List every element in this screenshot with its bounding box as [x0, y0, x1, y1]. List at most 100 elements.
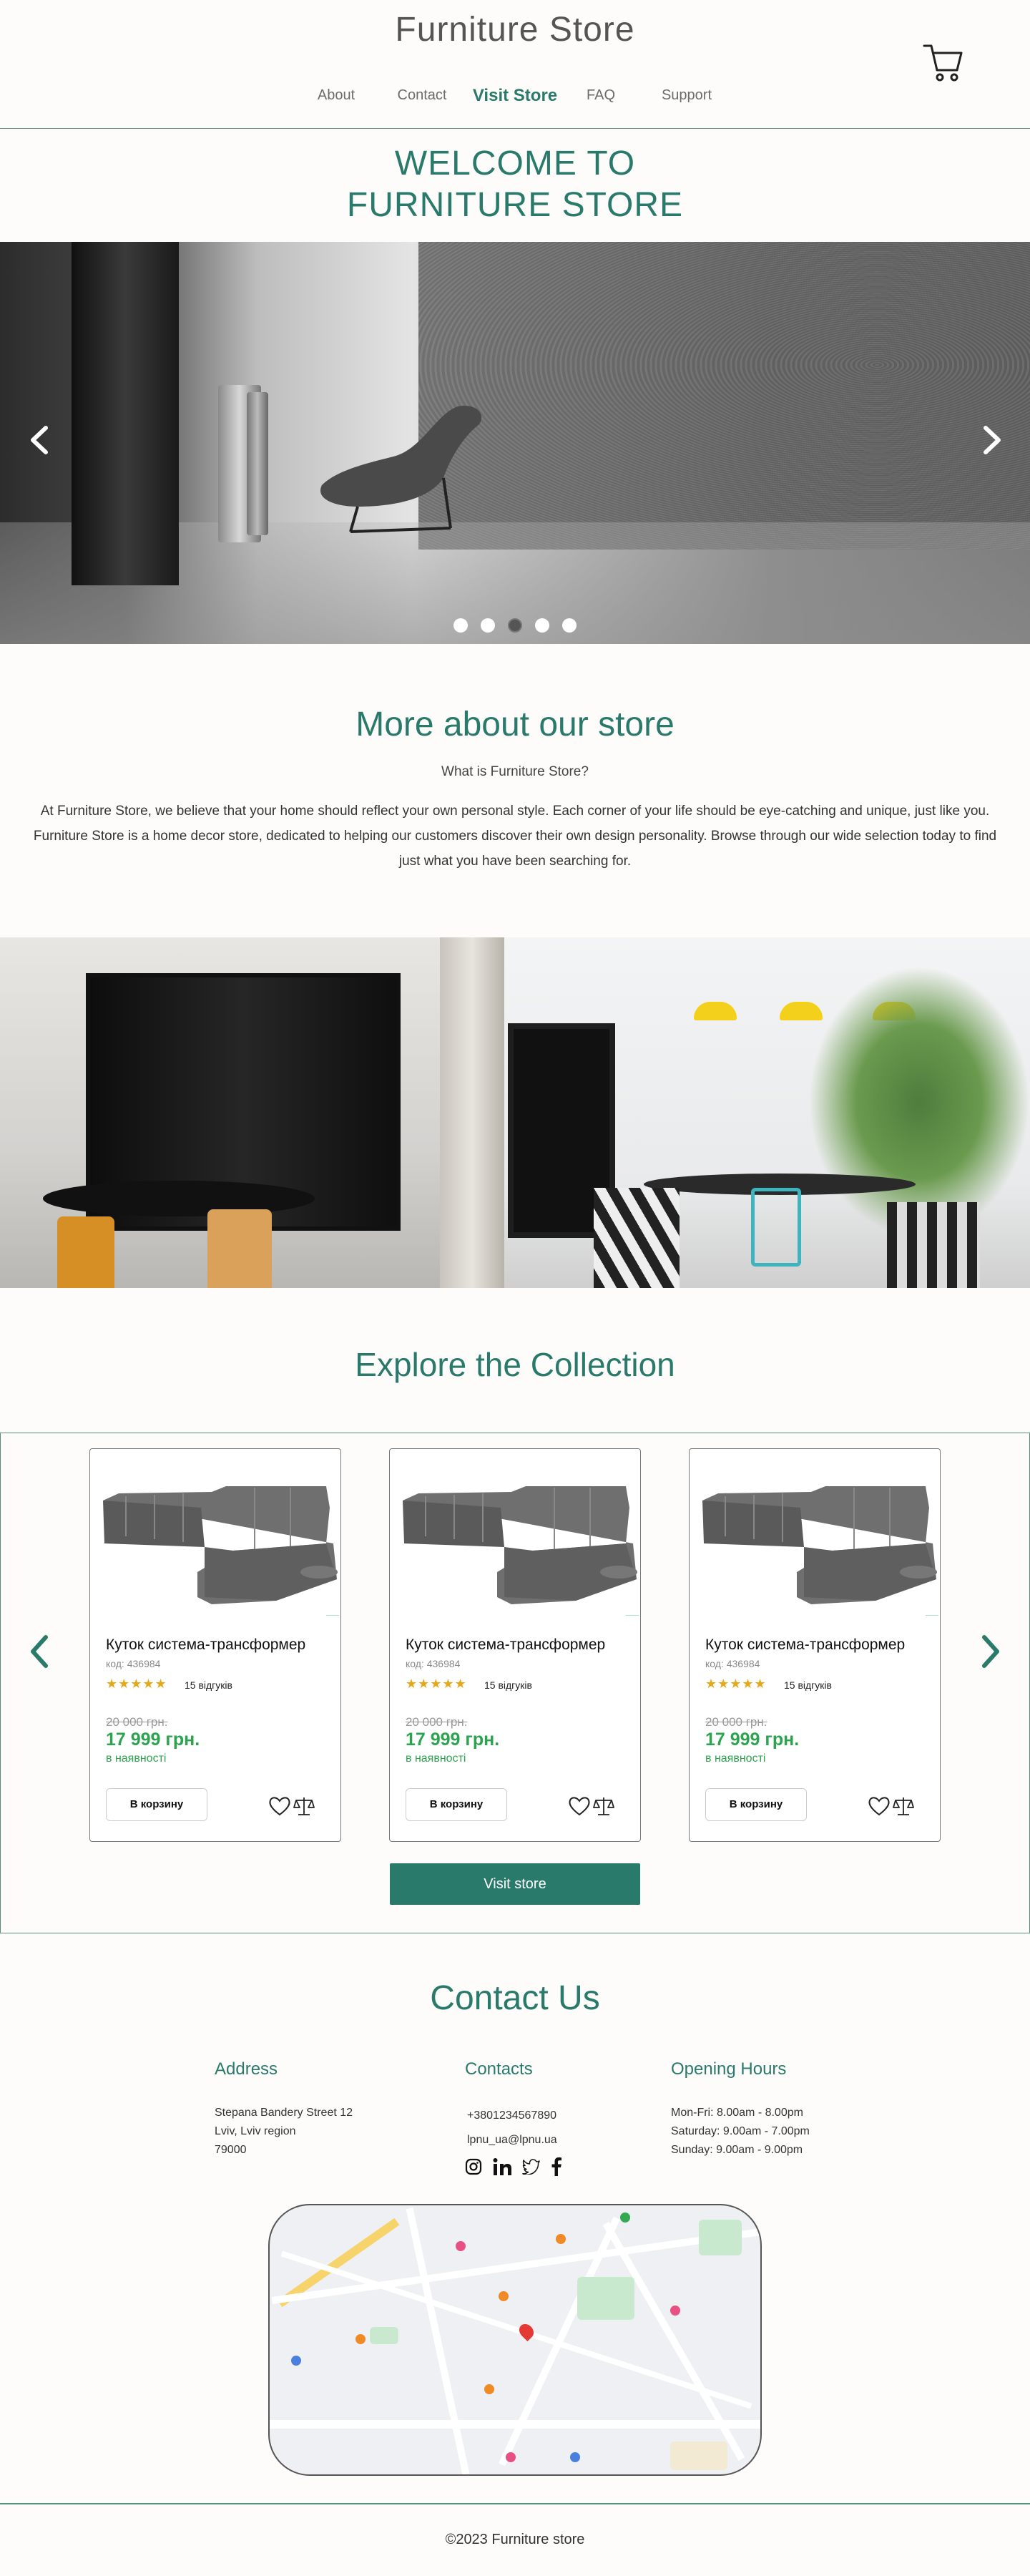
- site-logo[interactable]: Furniture Store: [0, 10, 1030, 49]
- rating-stars: ★★★★★: [406, 1677, 467, 1692]
- address-block: Stepana Bandery Street 12 Lviv, Lviv reg…: [215, 2104, 353, 2160]
- map-pin[interactable]: [556, 2234, 566, 2244]
- product-divider: [926, 1615, 938, 1616]
- hero-dot-2[interactable]: [481, 618, 495, 633]
- add-to-cart-button[interactable]: В корзину: [705, 1788, 807, 1821]
- cart-icon[interactable]: [921, 40, 966, 84]
- interior-plant: [808, 966, 1030, 1238]
- add-to-cart-button[interactable]: В корзину: [106, 1788, 207, 1821]
- nav-support[interactable]: Support: [637, 87, 737, 106]
- twitter-icon[interactable]: [522, 2159, 541, 2175]
- map-park: [699, 2220, 742, 2255]
- product-divider: [326, 1615, 339, 1616]
- product-price: 17 999 грн.: [406, 1729, 500, 1750]
- product-old-price: 20 000 грн.: [406, 1715, 468, 1729]
- add-to-cart-button[interactable]: В корзину: [406, 1788, 507, 1821]
- product-image[interactable]: [90, 1465, 340, 1608]
- chevron-right-icon: [984, 426, 1001, 454]
- facebook-icon[interactable]: [551, 2157, 562, 2176]
- product-code: код: 436984: [106, 1658, 161, 1669]
- map-pin[interactable]: [620, 2212, 630, 2223]
- hero-dot-1[interactable]: [453, 618, 468, 633]
- welcome-heading: WELCOME TO FURNITURE STORE: [0, 143, 1030, 226]
- product-availability: в наявності: [406, 1752, 466, 1765]
- product-price: 17 999 грн.: [106, 1729, 200, 1750]
- nav-faq[interactable]: FAQ: [565, 87, 637, 106]
- map-pin[interactable]: [355, 2334, 366, 2344]
- product-code: код: 436984: [705, 1658, 760, 1669]
- collection-next-button[interactable]: [973, 1630, 1009, 1673]
- heart-icon[interactable]: [567, 1795, 592, 1817]
- email-link[interactable]: lpnu_ua@lpnu.ua: [467, 2128, 557, 2152]
- compare-scale-icon[interactable]: [293, 1795, 315, 1817]
- hours-line: Sunday: 9.00am - 9.00pm: [671, 2144, 803, 2156]
- hero-dot-5[interactable]: [562, 618, 577, 633]
- map-pin[interactable]: [291, 2356, 301, 2366]
- nav-about[interactable]: About: [293, 87, 379, 106]
- hero-dots: [0, 618, 1030, 633]
- about-title: More about our store: [355, 706, 675, 743]
- product-price: 17 999 грн.: [705, 1729, 800, 1750]
- product-reviews[interactable]: 15 відгуків: [784, 1679, 832, 1691]
- map-pin[interactable]: [570, 2452, 580, 2462]
- hero-carousel: [0, 242, 1030, 644]
- hours-heading: Opening Hours: [671, 2059, 787, 2079]
- address-line: Stepana Bandery Street 12: [215, 2107, 353, 2119]
- instagram-icon[interactable]: [465, 2158, 482, 2175]
- social-links: [465, 2157, 562, 2176]
- linkedin-icon[interactable]: [492, 2157, 512, 2176]
- map-pin[interactable]: [670, 2306, 680, 2316]
- product-card[interactable]: Куток система-трансформер код: 436984 ★★…: [389, 1448, 641, 1842]
- map-pin[interactable]: [499, 2291, 509, 2301]
- interior-chair-teal: [751, 1188, 801, 1267]
- hero-next-button[interactable]: [973, 422, 1009, 458]
- rating-stars: ★★★★★: [106, 1677, 167, 1692]
- product-card[interactable]: Куток система-трансформер код: 436984 ★★…: [89, 1448, 341, 1842]
- collection-title: Explore the Collection: [355, 1346, 675, 1383]
- hero-mirror: [72, 242, 179, 585]
- contacts-heading: Contacts: [465, 2059, 533, 2079]
- chevron-right-icon: [982, 1635, 999, 1668]
- heart-icon[interactable]: [867, 1795, 891, 1817]
- product-image[interactable]: [690, 1465, 940, 1608]
- product-name[interactable]: Куток система-трансформер: [106, 1636, 305, 1654]
- product-availability: в наявності: [106, 1752, 167, 1765]
- nav-visit-store[interactable]: Visit Store: [465, 86, 565, 106]
- hero-dot-4[interactable]: [535, 618, 549, 633]
- address-line: 79000: [215, 2144, 247, 2156]
- map-road: [271, 2228, 760, 2304]
- product-reviews[interactable]: 15 відгуків: [185, 1679, 232, 1691]
- product-old-price: 20 000 грн.: [106, 1715, 168, 1729]
- nav-contact[interactable]: Contact: [379, 87, 465, 106]
- welcome-line-2: FURNITURE STORE: [346, 186, 684, 224]
- compare-scale-icon[interactable]: [593, 1795, 614, 1817]
- product-card[interactable]: Куток система-трансформер код: 436984 ★★…: [689, 1448, 941, 1842]
- product-reviews[interactable]: 15 відгуків: [484, 1679, 532, 1691]
- main-nav: About Contact Visit Store FAQ Support: [0, 86, 1030, 106]
- hero-prev-button[interactable]: [23, 422, 59, 458]
- collection-prev-button[interactable]: [21, 1630, 57, 1673]
- chevron-left-icon: [31, 426, 48, 454]
- product-name[interactable]: Куток система-трансформер: [705, 1636, 905, 1654]
- product-image[interactable]: [390, 1465, 640, 1608]
- heart-icon[interactable]: [268, 1795, 292, 1817]
- address-line: Lviv, Lviv region: [215, 2125, 296, 2137]
- chevron-left-icon: [31, 1635, 48, 1668]
- footer-copyright: ©2023 Furniture store: [445, 2532, 585, 2547]
- interior-column: [440, 937, 504, 1288]
- store-map[interactable]: [268, 2204, 762, 2476]
- map-pin[interactable]: [484, 2384, 494, 2394]
- product-availability: в наявності: [705, 1752, 766, 1765]
- visit-store-button[interactable]: Visit store: [390, 1863, 640, 1905]
- hero-wall-panel: [418, 242, 1030, 550]
- interior-photo: [0, 937, 1030, 1288]
- map-pin[interactable]: [456, 2241, 466, 2251]
- map-pin[interactable]: [506, 2452, 516, 2462]
- product-old-price: 20 000 грн.: [705, 1715, 767, 1729]
- phone-link[interactable]: +3801234567890: [467, 2104, 557, 2128]
- product-name[interactable]: Куток система-трансформер: [406, 1636, 605, 1654]
- hero-lounge-chair: [320, 406, 482, 533]
- hero-dot-3[interactable]: [508, 618, 522, 633]
- compare-scale-icon[interactable]: [893, 1795, 914, 1817]
- map-park: [370, 2327, 398, 2344]
